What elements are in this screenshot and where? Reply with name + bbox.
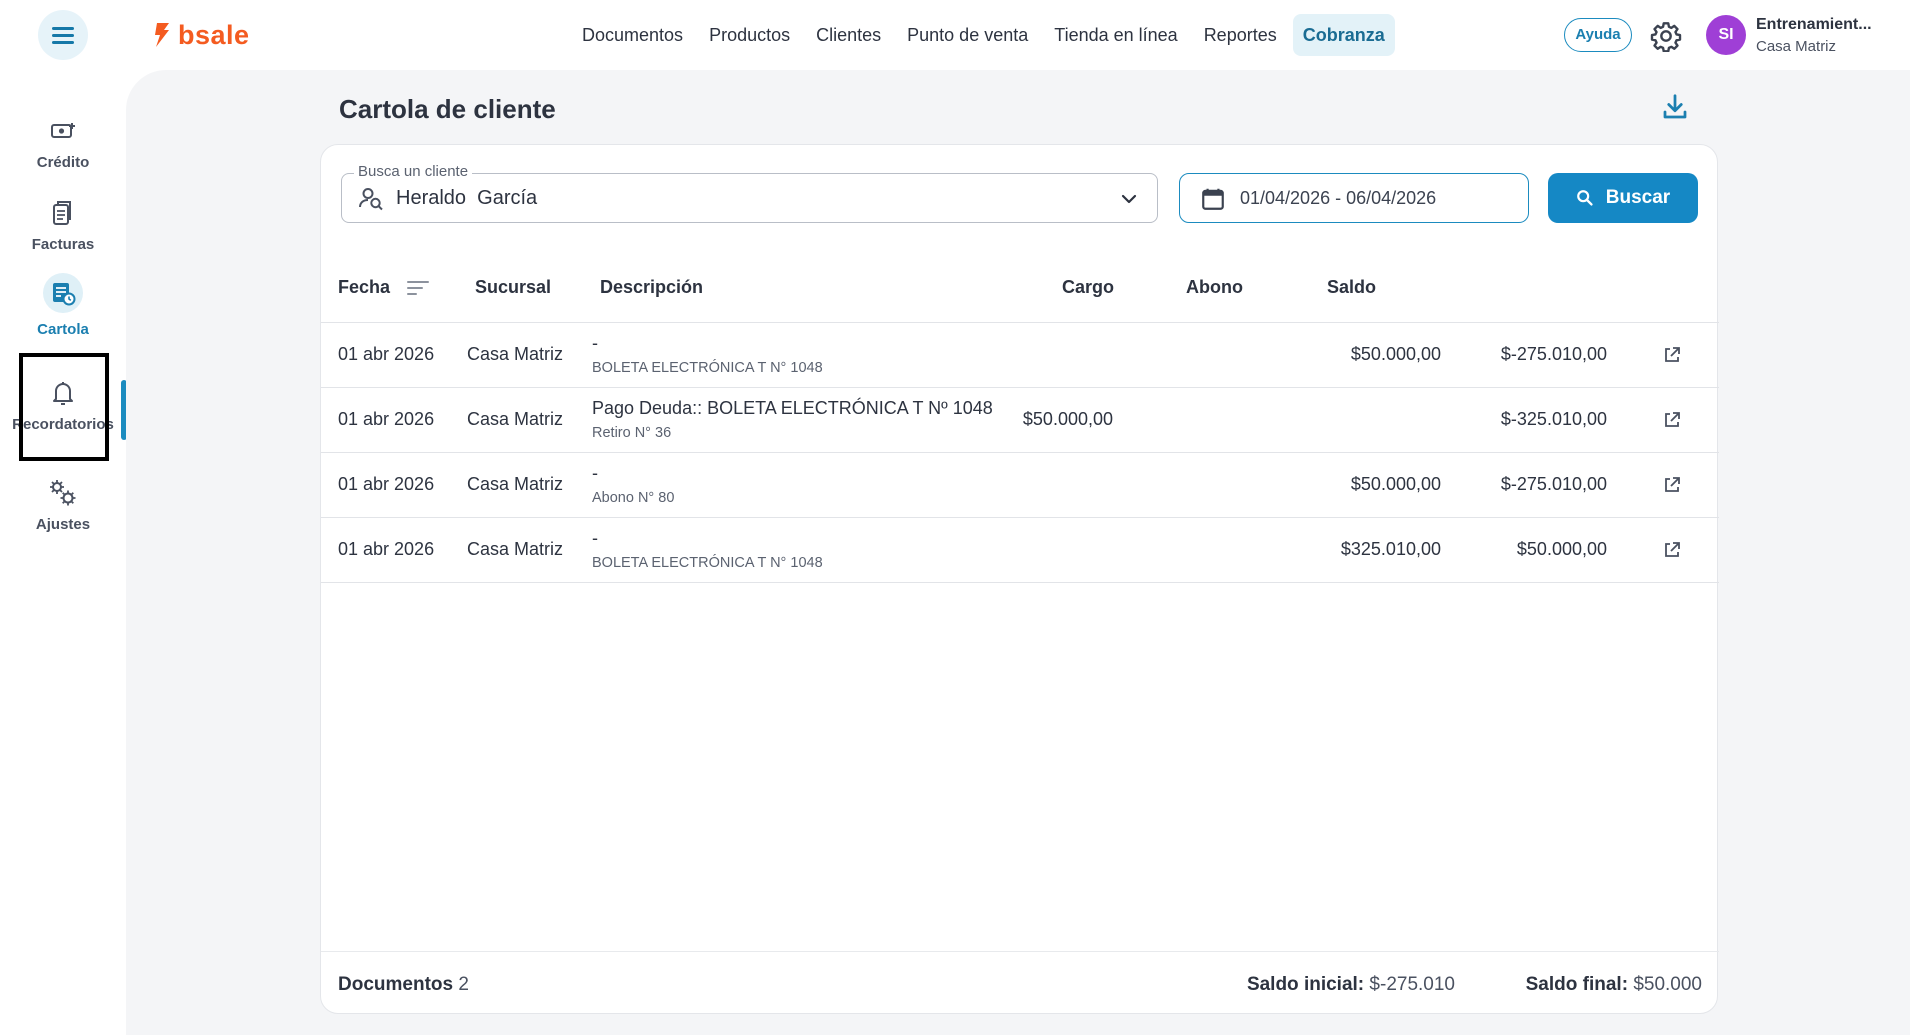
top-bar: bsale Documentos Productos Clientes Punt… <box>0 0 1910 70</box>
col-fecha[interactable]: Fecha <box>338 277 390 298</box>
row-saldo: $-275.010,00 <box>1500 474 1607 494</box>
row-sucursal: Casa Matriz <box>467 474 564 494</box>
sort-icon[interactable] <box>405 277 431 299</box>
table-header: Fecha Sucursal Descripción Cargo Abono S… <box>321 251 1719 323</box>
download-icon[interactable] <box>1660 92 1690 122</box>
sidebar-item-label: Crédito <box>36 153 90 171</box>
documents-label: Documentos <box>338 974 454 995</box>
page-title: Cartola de cliente <box>339 94 556 124</box>
search-icon <box>1576 190 1593 206</box>
documents-count: 2 <box>458 974 469 995</box>
row-sub-description: BOLETA ELECTRÓNICA T N° 1048 <box>592 360 823 376</box>
brand-logo[interactable]: bsale <box>152 18 250 52</box>
sidebar: Crédito Facturas Cartola Recordatorios A… <box>0 70 127 1035</box>
brand-name: bsale <box>178 19 250 50</box>
open-external-icon[interactable] <box>1663 411 1681 429</box>
row-sub-description: BOLETA ELECTRÓNICA T N° 1048 <box>592 555 823 571</box>
sidebar-item-label: Cartola <box>37 320 89 338</box>
col-cargo: Cargo <box>1062 277 1115 297</box>
bsale-bolt-icon <box>155 23 169 47</box>
nav-productos[interactable]: Productos <box>699 14 800 56</box>
search-button[interactable]: Buscar <box>1548 173 1698 223</box>
row-description: - <box>592 463 598 483</box>
sidebar-item-ajustes[interactable]: Ajustes <box>6 465 120 545</box>
menu-toggle-button[interactable] <box>38 10 88 60</box>
open-external-icon[interactable] <box>1663 476 1681 494</box>
documents-summary: Documentos 2 <box>338 974 469 996</box>
row-fecha: 01 abr 2026 <box>338 409 435 429</box>
nav-cobranza[interactable]: Cobranza <box>1292 14 1395 56</box>
col-saldo: Saldo <box>1327 277 1377 297</box>
sidebar-item-cartola[interactable]: Cartola <box>6 265 120 345</box>
row-saldo: $-325.010,00 <box>1500 409 1607 429</box>
money-plus-icon <box>48 116 78 146</box>
nav-tienda-en-linea[interactable]: Tienda en línea <box>1044 14 1187 56</box>
row-cargo: $50.000,00 <box>1022 409 1113 429</box>
calendar-icon <box>1202 188 1224 210</box>
row-fecha: 01 abr 2026 <box>338 344 435 364</box>
row-saldo: $50.000,00 <box>1516 539 1607 559</box>
row-sucursal: Casa Matriz <box>467 409 564 429</box>
row-description: - <box>592 528 598 548</box>
main-content: Cartola de cliente Busca un cliente Hera… <box>126 70 1910 1035</box>
help-button[interactable]: Ayuda <box>1564 18 1632 52</box>
chevron-down-icon[interactable] <box>1119 189 1139 209</box>
table-row[interactable]: 01 abr 2026 Casa Matriz - BOLETA ELECTRÓ… <box>321 518 1719 583</box>
row-description: Pago Deuda:: BOLETA ELECTRÓNICA T Nº 104… <box>592 398 993 418</box>
col-sucursal: Sucursal <box>475 277 552 297</box>
initial-balance-label: Saldo inicial: <box>1246 974 1365 995</box>
sidebar-item-facturas[interactable]: Facturas <box>6 185 120 265</box>
row-sucursal: Casa Matriz <box>467 539 564 559</box>
nav-documentos[interactable]: Documentos <box>572 14 693 56</box>
statement-clock-icon <box>43 272 83 313</box>
initial-balance-value: $-275.010 <box>1369 974 1455 995</box>
nav-punto-de-venta[interactable]: Punto de venta <box>897 14 1038 56</box>
client-search-field[interactable]: Busca un cliente Heraldo García <box>341 163 1158 223</box>
sidebar-item-label: Ajustes <box>35 515 91 533</box>
row-description: - <box>592 333 598 353</box>
statement-card: Busca un cliente Heraldo García 01/04/20… <box>320 144 1719 1015</box>
client-search-label: Busca un cliente <box>354 163 473 180</box>
sidebar-item-label: Facturas <box>31 235 95 253</box>
row-fecha: 01 abr 2026 <box>338 474 435 494</box>
user-branch: Casa Matriz <box>1756 38 1837 55</box>
settings-gear-icon[interactable] <box>1650 20 1682 52</box>
user-avatar[interactable]: SI <box>1706 15 1746 55</box>
row-sub-description: Abono N° 80 <box>592 490 675 506</box>
col-descripcion: Descripción <box>600 277 704 297</box>
user-search-icon <box>359 188 383 211</box>
gears-icon <box>48 478 78 508</box>
open-external-icon[interactable] <box>1663 346 1681 364</box>
date-range-picker[interactable]: 01/04/2026 - 06/04/2026 <box>1179 173 1529 223</box>
final-balance-label: Saldo final: <box>1525 974 1629 995</box>
main-navigation: Documentos Productos Clientes Punto de v… <box>572 14 1395 56</box>
client-search-value: Heraldo García <box>396 187 538 209</box>
row-abono: $325.010,00 <box>1340 539 1441 559</box>
nav-clientes[interactable]: Clientes <box>806 14 891 56</box>
statement-footer: Documentos 2 Saldo inicial: $-275.010 Sa… <box>321 951 1719 1015</box>
open-external-icon[interactable] <box>1663 541 1681 559</box>
nav-reportes[interactable]: Reportes <box>1194 14 1287 56</box>
user-name[interactable]: Entrenamient... <box>1756 16 1876 34</box>
row-saldo: $-275.010,00 <box>1500 344 1607 364</box>
search-button-label: Buscar <box>1605 187 1671 208</box>
hamburger-icon <box>52 27 74 44</box>
final-balance: Saldo final: $50.000 <box>1526 974 1702 996</box>
row-sub-description: Retiro N° 36 <box>592 425 672 441</box>
row-fecha: 01 abr 2026 <box>338 539 435 559</box>
table-row[interactable]: 01 abr 2026 Casa Matriz - BOLETA ELECTRÓ… <box>321 323 1719 388</box>
final-balance-value: $50.000 <box>1633 974 1702 995</box>
initial-balance: Saldo inicial: $-275.010 <box>1247 974 1455 996</box>
sidebar-item-credito[interactable]: Crédito <box>6 103 120 183</box>
row-abono: $50.000,00 <box>1350 474 1441 494</box>
date-range-value: 01/04/2026 - 06/04/2026 <box>1240 188 1437 208</box>
row-sucursal: Casa Matriz <box>467 344 564 364</box>
focus-highlight <box>19 353 109 461</box>
row-abono: $50.000,00 <box>1350 344 1441 364</box>
table-row[interactable]: 01 abr 2026 Casa Matriz Pago Deuda:: BOL… <box>321 388 1719 453</box>
documents-icon <box>48 198 78 228</box>
table-row[interactable]: 01 abr 2026 Casa Matriz - Abono N° 80 $5… <box>321 453 1719 518</box>
col-abono: Abono <box>1186 277 1243 297</box>
